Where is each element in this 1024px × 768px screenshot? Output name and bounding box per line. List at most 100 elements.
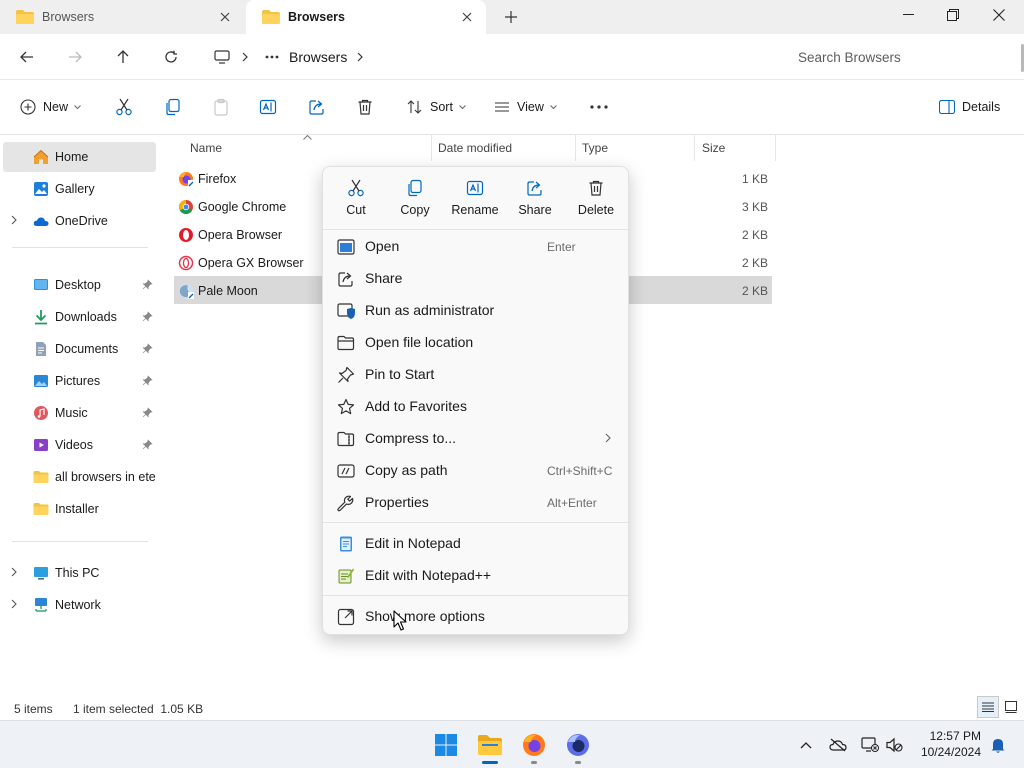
- pin-icon[interactable]: [142, 343, 153, 354]
- column-size[interactable]: Size: [702, 141, 725, 155]
- sidebar-item-gallery[interactable]: Gallery: [3, 174, 156, 204]
- folder-icon: [16, 10, 34, 24]
- notepad-plus-plus-icon: [338, 568, 355, 584]
- column-divider[interactable]: [775, 135, 776, 161]
- sidebar-item-music[interactable]: Music: [3, 398, 156, 428]
- this-pc-icon[interactable]: [214, 50, 230, 64]
- copy-button[interactable]: Copy: [386, 179, 444, 223]
- share-button[interactable]: Share: [506, 179, 564, 223]
- clock-date[interactable]: 10/24/2024: [921, 745, 981, 759]
- music-icon: [34, 406, 48, 420]
- rename-button[interactable]: [259, 94, 277, 120]
- onedrive-tray-button[interactable]: [828, 735, 848, 755]
- clock-time[interactable]: 12:57 PM: [930, 729, 981, 743]
- pin-icon[interactable]: [142, 311, 153, 322]
- column-divider[interactable]: [575, 135, 576, 161]
- details-view-button[interactable]: [977, 696, 999, 718]
- close-tab-icon[interactable]: [216, 8, 234, 26]
- sidebar-item-downloads[interactable]: Downloads: [3, 302, 156, 332]
- close-tab-icon[interactable]: [458, 8, 476, 26]
- menu-item-run-as-admin[interactable]: Run as administrator: [327, 294, 625, 326]
- chevron-right-icon[interactable]: [357, 52, 364, 62]
- firefox-nightly-taskbar-button[interactable]: [564, 731, 592, 759]
- plus-circle-icon: [20, 99, 36, 115]
- column-divider[interactable]: [431, 135, 432, 161]
- more-options-button[interactable]: [590, 94, 608, 120]
- sidebar-item-pictures[interactable]: Pictures: [3, 366, 156, 396]
- sidebar-item-onedrive[interactable]: OneDrive: [3, 206, 156, 236]
- path-segment-browsers[interactable]: Browsers: [289, 49, 347, 65]
- up-button[interactable]: [110, 44, 136, 70]
- menu-item-edit-in-notepad[interactable]: Edit in Notepad: [327, 527, 625, 559]
- menu-item-open[interactable]: Open Enter: [327, 230, 625, 262]
- pin-icon[interactable]: [142, 407, 153, 418]
- chrome-icon: [179, 200, 193, 214]
- sidebar-item-videos[interactable]: Videos: [3, 430, 156, 460]
- tab-browsers-2[interactable]: Browsers: [246, 0, 486, 34]
- paste-button[interactable]: [212, 94, 230, 120]
- file-size: 2 KB: [741, 228, 768, 242]
- new-button[interactable]: New: [20, 94, 81, 120]
- menu-item-share[interactable]: Share: [327, 262, 625, 294]
- sidebar-item-all-browsers[interactable]: all browsers in eter: [3, 462, 156, 492]
- delete-button[interactable]: Delete: [567, 179, 625, 223]
- menu-item-add-to-favorites[interactable]: Add to Favorites: [327, 390, 625, 422]
- shield-icon: [337, 303, 355, 319]
- back-button[interactable]: [14, 44, 40, 70]
- sidebar-item-this-pc[interactable]: This PC: [3, 558, 156, 588]
- file-explorer-taskbar-button[interactable]: [476, 731, 504, 759]
- minimize-button[interactable]: [885, 0, 931, 30]
- chevron-right-icon[interactable]: [11, 599, 18, 609]
- network-tray-button[interactable]: [860, 735, 880, 755]
- details-button[interactable]: Details: [939, 94, 1000, 120]
- forward-button[interactable]: [62, 44, 88, 70]
- menu-item-open-file-location[interactable]: Open file location: [327, 326, 625, 358]
- cut-button[interactable]: [115, 94, 133, 120]
- sidebar-item-home[interactable]: Home: [3, 142, 156, 172]
- menu-item-show-more-options[interactable]: Show more options: [327, 600, 625, 632]
- menu-item-pin-to-start[interactable]: Pin to Start: [327, 358, 625, 390]
- menu-item-edit-with-notepad-plus-plus[interactable]: Edit with Notepad++: [327, 559, 625, 591]
- column-date-modified[interactable]: Date modified: [438, 141, 512, 155]
- file-size: 3 KB: [741, 200, 768, 214]
- rename-button[interactable]: Rename: [446, 179, 504, 223]
- maximize-button[interactable]: [930, 0, 976, 30]
- pin-icon[interactable]: [142, 279, 153, 290]
- column-type[interactable]: Type: [582, 141, 608, 155]
- sort-button[interactable]: Sort: [407, 94, 466, 120]
- sidebar-item-documents[interactable]: Documents: [3, 334, 156, 364]
- firefox-taskbar-button[interactable]: [520, 731, 548, 759]
- chevron-right-icon[interactable]: [11, 215, 18, 225]
- search-input[interactable]: [798, 49, 1008, 65]
- column-divider[interactable]: [694, 135, 695, 161]
- share-icon: [338, 272, 353, 287]
- start-button[interactable]: [432, 731, 460, 759]
- new-tab-button[interactable]: [500, 6, 522, 28]
- show-hidden-icons-button[interactable]: [796, 735, 816, 755]
- view-button[interactable]: View: [494, 94, 557, 120]
- volume-tray-button[interactable]: [884, 735, 904, 755]
- breadcrumb[interactable]: Browsers: [202, 41, 776, 73]
- menu-item-properties[interactable]: Properties Alt+Enter: [327, 486, 625, 518]
- thumbnail-view-button[interactable]: [1000, 696, 1022, 718]
- more-path-icon[interactable]: [265, 55, 279, 59]
- refresh-button[interactable]: [158, 44, 184, 70]
- chevron-right-icon[interactable]: [242, 52, 249, 62]
- share-button[interactable]: [308, 94, 326, 120]
- close-window-button[interactable]: [976, 0, 1022, 30]
- pin-icon[interactable]: [142, 375, 153, 386]
- sidebar-item-installer[interactable]: Installer: [3, 494, 156, 524]
- menu-item-compress-to[interactable]: Compress to...: [327, 422, 625, 454]
- sidebar-item-network[interactable]: Network: [3, 590, 156, 620]
- column-name[interactable]: Name: [190, 141, 222, 155]
- menu-item-copy-as-path[interactable]: Copy as path Ctrl+Shift+C: [327, 454, 625, 486]
- chevron-right-icon[interactable]: [11, 567, 18, 577]
- delete-button[interactable]: [356, 94, 374, 120]
- sidebar-item-desktop[interactable]: Desktop: [3, 270, 156, 300]
- copy-button[interactable]: [164, 94, 182, 120]
- tab-browsers-1[interactable]: Browsers: [0, 0, 244, 34]
- pin-icon[interactable]: [142, 439, 153, 450]
- search-box[interactable]: [784, 41, 1018, 73]
- notifications-button[interactable]: [988, 735, 1008, 755]
- cut-button[interactable]: Cut: [327, 179, 385, 223]
